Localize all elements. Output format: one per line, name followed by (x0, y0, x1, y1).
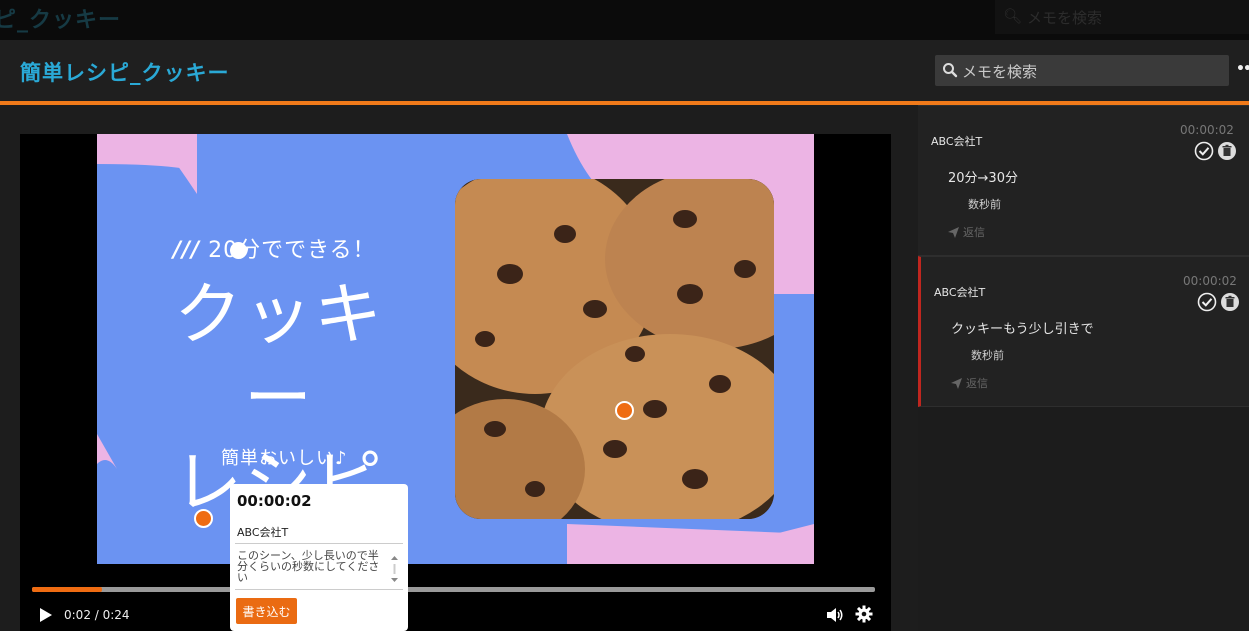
comment-body: クッキーもう少し引きで (951, 322, 1094, 337)
slide-subtitle: 簡単おいしい♪ (221, 448, 348, 469)
send-icon (951, 377, 962, 389)
reply-label: 返信 (966, 377, 988, 390)
page-title: 簡単レシピ_クッキー (20, 61, 230, 85)
reply-button[interactable]: 返信 (948, 224, 985, 240)
reply-button[interactable]: 返信 (951, 375, 988, 391)
slide-title-line1: クッキー (173, 276, 384, 439)
resolve-check-icon[interactable] (1197, 292, 1217, 312)
annotation-marker[interactable] (194, 509, 213, 528)
divider (235, 543, 403, 544)
popup-timestamp: 00:00:02 (237, 492, 312, 510)
comment-author: ABC会社T (931, 135, 983, 148)
comment-timestamp[interactable]: 00:00:02 (1180, 123, 1234, 137)
ghost-title: ピ_クッキー (0, 8, 122, 33)
ghost-topbar: ピ_クッキー 🔍︎ メモを検索 (0, 0, 1249, 40)
more-menu-icon[interactable]: ••• (1236, 61, 1249, 77)
gear-icon[interactable] (855, 605, 873, 623)
video-player[interactable]: /// 20分でできる！ クッキー レシピ 簡単おいしい♪ (20, 134, 891, 631)
video-frame: /// 20分でできる！ クッキー レシピ 簡単おいしい♪ (97, 134, 814, 564)
main-panel: /// 20分でできる！ クッキー レシピ 簡単おいしい♪ (0, 105, 918, 631)
seek-bar[interactable] (32, 587, 875, 592)
submit-button[interactable]: 書き込む (236, 598, 297, 624)
memo-search-input[interactable]: メモを検索 (935, 55, 1229, 86)
send-icon (948, 226, 959, 238)
textarea-scrollbar[interactable] (390, 555, 399, 583)
comment-author: ABC会社T (934, 286, 986, 299)
ghost-search-placeholder: メモを検索 (1027, 9, 1103, 27)
reply-label: 返信 (963, 226, 985, 239)
popup-note-textarea[interactable]: このシーン、少し長いので半分くらいの秒数にしてください (237, 550, 385, 583)
annotation-marker[interactable] (615, 401, 634, 420)
slide-kicker: /// 20分でできる！ (173, 232, 376, 264)
ghost-search-icon: 🔍︎ (1003, 7, 1023, 25)
search-icon (943, 63, 958, 78)
comment-item[interactable]: ABC会社T 00:00:02 20分→30分 数秒前 返信 (918, 105, 1249, 256)
play-icon[interactable] (39, 607, 53, 623)
ghost-search: 🔍︎ メモを検索 (995, 0, 1249, 34)
comments-sidebar: ABC会社T 00:00:02 20分→30分 数秒前 返信 ABC会社T 00… (918, 105, 1249, 631)
annotation-popup: 00:00:02 ABC会社T このシーン、少し長いので半分くらいの秒数にしてく… (230, 484, 408, 631)
comment-item[interactable]: ABC会社T 00:00:02 クッキーもう少し引きで 数秒前 返信 (918, 256, 1249, 407)
brush-icon: /// (173, 238, 201, 263)
cookie-photo (455, 179, 774, 519)
trash-icon[interactable] (1220, 292, 1240, 312)
seek-bar-fill (32, 587, 102, 592)
comment-body: 20分→30分 (948, 171, 1018, 186)
comment-timestamp[interactable]: 00:00:02 (1183, 274, 1237, 288)
comment-relative-time: 数秒前 (971, 349, 1004, 362)
resolve-check-icon[interactable] (1194, 141, 1214, 161)
volume-icon[interactable] (826, 606, 844, 624)
divider (235, 589, 403, 590)
trash-icon[interactable] (1217, 141, 1237, 161)
search-placeholder: メモを検索 (962, 63, 1038, 81)
header: 簡単レシピ_クッキー メモを検索 ••• (0, 40, 1249, 101)
popup-author: ABC会社T (237, 526, 289, 539)
comment-relative-time: 数秒前 (968, 198, 1001, 211)
annotation-marker-white[interactable] (230, 242, 247, 259)
time-display: 0:02 / 0:24 (64, 608, 130, 622)
